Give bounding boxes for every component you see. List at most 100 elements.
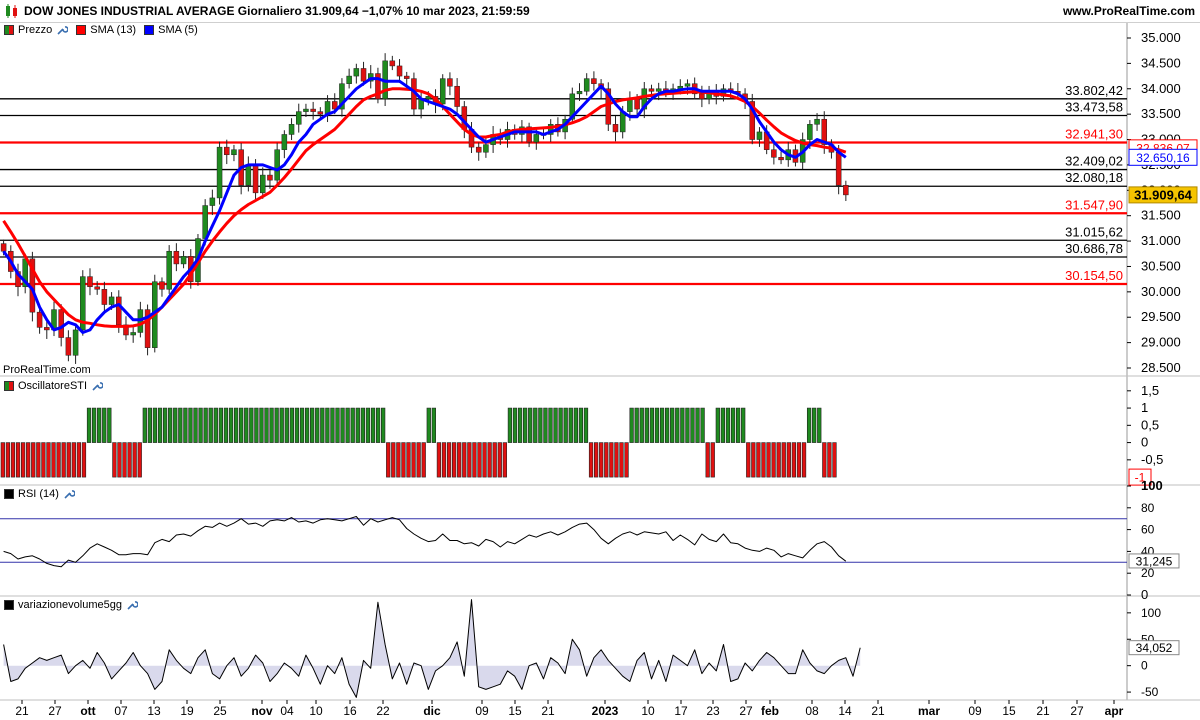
sti-bar-positive (741, 407, 746, 443)
candle-down (310, 108, 316, 112)
price-tick-label: 29.500 (1141, 309, 1181, 324)
sti-bar-positive (538, 407, 543, 443)
chart-canvas: 35.00034.50034.00033.50033.00032.50032.0… (0, 22, 1200, 718)
sti-bar-positive (553, 407, 558, 443)
rsi-label[interactable]: RSI (14) (18, 488, 59, 500)
candle-up (245, 164, 252, 186)
sti-bar-positive (649, 407, 655, 443)
sti-bar-positive (198, 407, 203, 443)
sti-bar-positive (517, 407, 523, 443)
sti-bar-positive (695, 407, 700, 443)
sti-bar-negative (776, 442, 781, 478)
sti-bar-positive (269, 407, 274, 443)
sti-bar-positive (812, 407, 817, 443)
sti-bar-negative (31, 442, 36, 478)
sti-bar-negative (406, 442, 411, 478)
sti-bar-positive (578, 407, 584, 443)
vol-swatch (4, 600, 14, 610)
level-label: 31.547,90 (1065, 197, 1123, 212)
sti-bar-positive (107, 407, 112, 443)
candle-down (454, 85, 460, 107)
candle-up (655, 88, 662, 92)
candle-down (159, 281, 165, 290)
candle-up (209, 197, 216, 206)
sti-bar-negative (391, 442, 396, 478)
sti-bar-positive (690, 407, 695, 443)
candle-down (87, 276, 93, 288)
sti-bar-positive (583, 407, 589, 443)
x-tick-label: nov (251, 704, 273, 718)
sti-label[interactable]: OscillatoreSTI (18, 380, 87, 392)
x-tick-label: 07 (114, 704, 128, 718)
rsi-legend: RSI (14) (4, 488, 75, 500)
candle-up (346, 75, 352, 84)
wrench-icon[interactable] (63, 488, 75, 500)
sti-bar-positive (97, 407, 102, 443)
sti-bar-positive (310, 407, 315, 443)
sti-bar-positive (294, 407, 300, 443)
sti-bar-positive (806, 407, 812, 443)
candle-down (389, 60, 396, 67)
x-tick-label: 09 (475, 704, 489, 718)
sti-bar-positive (147, 407, 153, 443)
sti-bar-positive (431, 407, 436, 443)
vol-tick-label: -50 (1141, 685, 1159, 699)
candle-up (583, 78, 590, 92)
level-label: 32.409,02 (1065, 154, 1123, 169)
sti-bar-negative (746, 442, 751, 478)
x-tick-label: ott (80, 704, 95, 718)
rsi-tick-label: 60 (1141, 523, 1155, 537)
sti-bar-negative (457, 442, 462, 478)
candle-up (108, 296, 115, 305)
wrench-icon[interactable] (91, 380, 104, 392)
legend-sma13[interactable]: SMA (13) (90, 24, 136, 36)
rsi-tick-label: 80 (1141, 501, 1155, 515)
sti-bar-negative (487, 442, 492, 478)
x-tick-label: 21 (871, 704, 885, 718)
price-tick-label: 34.000 (1141, 81, 1181, 96)
sti-bar-positive (157, 407, 163, 443)
x-tick-label: 22 (376, 704, 390, 718)
vol-label[interactable]: variazionevolume5gg (18, 599, 122, 611)
sti-bar-negative (791, 442, 797, 478)
sti-bar-negative (446, 442, 452, 478)
legend-sma5[interactable]: SMA (5) (158, 24, 198, 36)
sti-bar-positive (304, 407, 310, 443)
price-tick-label: 30.500 (1141, 258, 1181, 273)
sti-bar-positive (426, 407, 431, 443)
sti-bar-positive (543, 407, 548, 443)
rsi-value-label: 31,245 (1136, 554, 1173, 568)
x-tick-label: 08 (805, 704, 819, 718)
vol-tick-label: 100 (1141, 606, 1161, 620)
sma5-swatch (144, 25, 155, 35)
sti-bar-positive (218, 407, 223, 443)
candle-down (591, 78, 597, 84)
sti-bar-positive (675, 407, 680, 443)
x-tick-label: apr (1105, 704, 1124, 718)
sti-bar-negative (472, 442, 477, 478)
candle-down (317, 111, 324, 115)
sti-bar-negative (411, 442, 416, 478)
legend-prezzo[interactable]: Prezzo (18, 24, 52, 36)
sti-bar-positive (355, 407, 360, 443)
vol-tick-label: 0 (1141, 659, 1148, 673)
sti-bar-positive (720, 407, 726, 443)
sti-bar-negative (594, 442, 599, 478)
candle-down (835, 151, 842, 186)
sti-legend: OscillatoreSTI (4, 380, 104, 392)
sti-bar-positive (203, 407, 208, 443)
candle-down (116, 296, 122, 326)
sti-bar-positive (523, 407, 528, 443)
sti-bar-positive (330, 407, 335, 443)
sti-bar-negative (497, 442, 502, 478)
x-tick-label: 16 (343, 704, 357, 718)
level-label: 31.015,62 (1065, 224, 1123, 239)
sti-tick-label: 1 (1141, 400, 1148, 415)
x-tick-label: 15 (508, 704, 522, 718)
chart-title: DOW JONES INDUSTRIAL AVERAGE Giornaliero… (24, 4, 530, 18)
wrench-icon[interactable] (126, 599, 138, 611)
sti-bar-positive (670, 407, 675, 443)
candle-down (699, 93, 705, 100)
wrench-icon[interactable] (56, 24, 69, 36)
candle-down (634, 98, 640, 110)
